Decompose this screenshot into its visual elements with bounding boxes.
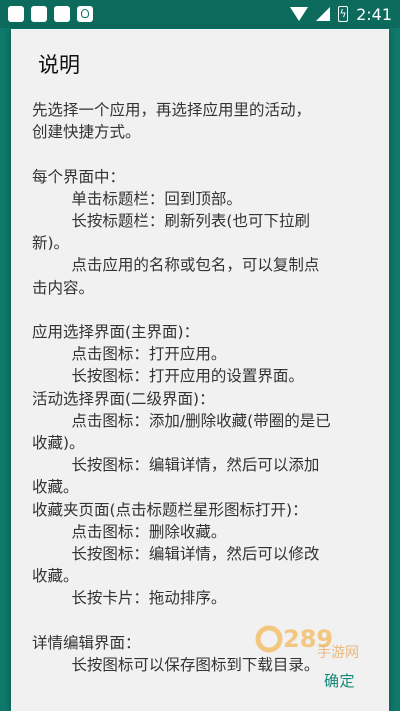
signal-icon: [316, 7, 331, 21]
dialog-line: 长按图标：编辑详情，然后可以添加: [32, 456, 320, 475]
dialog-line: 长按图标：打开应用的设置界面。: [32, 367, 304, 386]
dialog-line: 点击图标：打开应用。: [32, 345, 227, 364]
battery-charging-icon: ϟ: [338, 6, 349, 22]
dialog-line: 先选择一个应用，再选择应用里的活动，: [32, 101, 312, 119]
instructions-dialog: 说明 先选择一个应用，再选择应用里的活动， 创建快捷方式。 每个界面中： 单击标题…: [11, 29, 389, 711]
dialog-line: [32, 143, 377, 165]
notification-square-icon: [31, 6, 47, 22]
dialog-title: 说明: [38, 53, 80, 77]
dialog-line: 创建快捷方式。: [32, 123, 141, 142]
dialog-line: 长按标题栏：刷新列表(也可下拉刷: [32, 212, 310, 231]
dialog-line: 收藏。: [32, 478, 79, 497]
dialog-line: [32, 299, 377, 321]
app-notification-icon: [77, 6, 93, 22]
dialog-line: 收藏夹页面(点击标题栏星形图标打开)：: [32, 500, 308, 519]
dialog-line: 击内容。: [32, 278, 95, 297]
notification-square-icon: [54, 6, 70, 22]
dialog-line: 点击图标：删除收藏。: [32, 522, 227, 541]
dialog-message[interactable]: 先选择一个应用，再选择应用里的活动， 创建快捷方式。 每个界面中： 单击标题栏：回…: [32, 99, 377, 673]
status-bar: ϟ 2:41: [0, 0, 400, 28]
status-time: 2:41: [356, 4, 392, 24]
wifi-icon: [290, 7, 309, 21]
dialog-line: 收藏)。: [32, 434, 85, 453]
dialog-line: 长按卡片：拖动排序。: [32, 589, 227, 608]
ok-button[interactable]: 确定: [324, 670, 355, 691]
dialog-line: 活动选择界面(二级界面)：: [32, 389, 215, 408]
system-icons: ϟ 2:41: [290, 5, 392, 24]
dialog-line: 点击图标：添加/删除收藏(带圈的是已: [32, 411, 331, 430]
dialog-line: 长按图标：编辑详情，然后可以修改: [32, 545, 320, 564]
dialog-line: [32, 610, 377, 632]
dialog-line: 收藏。: [32, 567, 79, 586]
dialog-line: 新)。: [32, 234, 70, 253]
dialog-line: 点击应用的名称或包名，可以复制点: [32, 256, 320, 275]
dialog-line: 应用选择界面(主界面)：: [32, 323, 200, 342]
dialog-line: 单击标题栏：回到顶部。: [32, 189, 242, 208]
notification-icons: [8, 6, 93, 22]
notification-square-icon: [8, 6, 24, 22]
dialog-line: 详情编辑界面：: [32, 633, 141, 652]
dialog-line: 每个界面中：: [32, 167, 126, 186]
